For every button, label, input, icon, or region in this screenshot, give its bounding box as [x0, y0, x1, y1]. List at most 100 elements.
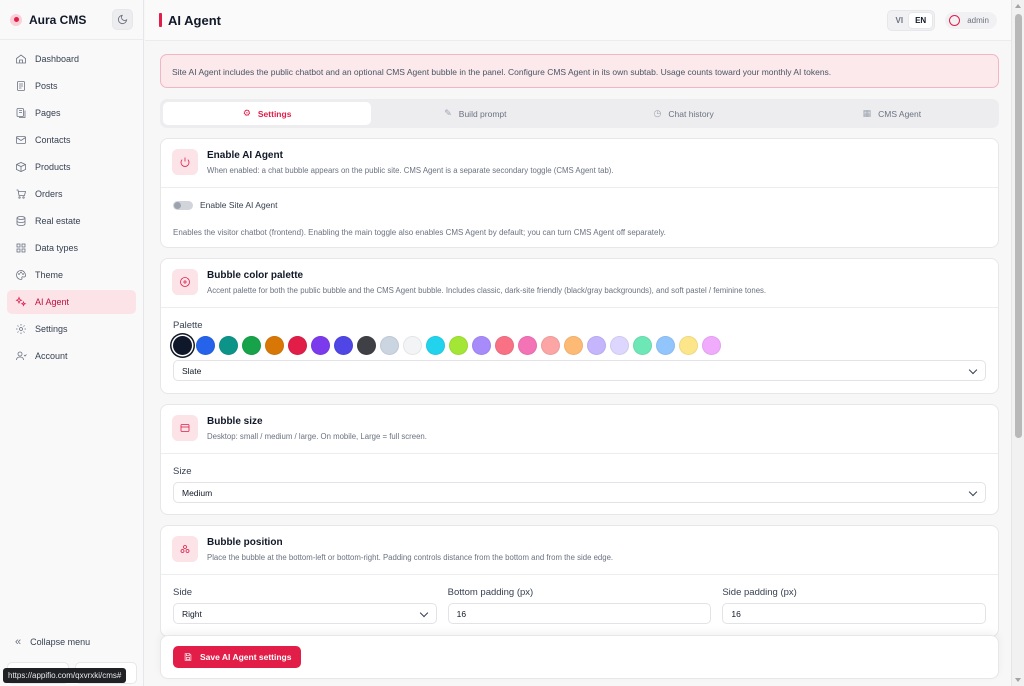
color-swatch[interactable] — [587, 336, 606, 355]
palette-select-value: Slate — [182, 365, 202, 376]
color-swatch[interactable] — [196, 336, 215, 355]
tab-label: Settings — [257, 108, 292, 119]
sidebar-nav: Dashboard Posts Pages Contacts Products Order… — [0, 40, 143, 368]
tab-label: Build prompt — [458, 108, 507, 119]
card-body: Side Right Bottom padding (px) 16 Side p… — [161, 575, 998, 636]
card-header: Bubble size Desktop: small / medium / la… — [161, 405, 998, 454]
color-swatch[interactable] — [679, 336, 698, 355]
size-select-value: Medium — [182, 487, 213, 498]
card-title: Bubble size — [207, 416, 263, 427]
tab-label: Chat history — [668, 108, 714, 119]
sidebar-item-products[interactable]: Products — [7, 155, 136, 179]
color-swatch[interactable] — [449, 336, 468, 355]
color-swatch[interactable] — [242, 336, 261, 355]
window-icon — [172, 415, 198, 441]
color-swatch[interactable] — [334, 336, 353, 355]
sidebar-item-label: Pages — [35, 108, 61, 118]
card-body: Size Medium — [161, 454, 998, 514]
sidebar-item-pages[interactable]: Pages — [7, 101, 136, 125]
user-menu[interactable]: admin — [945, 11, 997, 29]
palette-icon — [16, 270, 26, 280]
language-switcher: VI EN — [886, 9, 936, 31]
side-label: Side — [173, 587, 193, 598]
sidebar: Aura CMS Dashboard Posts Pages Contacts Prod… — [0, 0, 144, 686]
home-icon — [16, 54, 26, 64]
tab-cms-agent[interactable]: ▦ CMS Agent — [788, 102, 996, 125]
color-swatch[interactable] — [357, 336, 376, 355]
brand: Aura CMS — [0, 0, 143, 40]
collapse-menu-button[interactable]: « Collapse menu — [7, 633, 98, 651]
sidebar-item-label: Dashboard — [35, 54, 80, 64]
sidebar-item-label: Posts — [35, 81, 58, 91]
palette-swatches — [173, 336, 986, 355]
page-scrollbar[interactable] — [1011, 0, 1024, 686]
sidebar-item-account[interactable]: Account — [7, 344, 136, 368]
color-swatch[interactable] — [288, 336, 307, 355]
save-icon — [184, 653, 192, 661]
card-title: Bubble position — [207, 537, 283, 548]
sidebar-item-settings[interactable]: Settings — [7, 317, 136, 341]
language-vi[interactable]: VI — [890, 13, 910, 28]
palette-select[interactable]: Slate — [173, 360, 986, 381]
sidebar-item-ai-agent[interactable]: AI Agent — [7, 290, 136, 314]
color-swatch[interactable] — [610, 336, 629, 355]
color-swatch[interactable] — [541, 336, 560, 355]
card-header: Enable AI Agent When enabled: a chat bub… — [161, 139, 998, 188]
scroll-down-arrow-icon[interactable] — [1015, 678, 1021, 682]
card-subtitle: Desktop: small / medium / large. On mobi… — [207, 432, 427, 441]
enable-site-agent-toggle[interactable] — [173, 200, 193, 210]
size-select[interactable]: Medium — [173, 482, 986, 503]
color-swatch[interactable] — [564, 336, 583, 355]
side-padding-input[interactable]: 16 — [722, 603, 987, 624]
color-swatch[interactable] — [173, 336, 192, 355]
color-swatch[interactable] — [495, 336, 514, 355]
tab-settings[interactable]: ⚙ Settings — [163, 102, 372, 125]
chevron-down-icon — [968, 487, 978, 497]
language-en[interactable]: EN — [909, 12, 933, 28]
power-icon — [172, 149, 198, 175]
color-swatch[interactable] — [265, 336, 284, 355]
color-swatch[interactable] — [380, 336, 399, 355]
save-ai-agent-settings-button[interactable]: Save AI Agent settings — [173, 646, 302, 668]
card-body: Enable Site AI Agent Enables the visitor… — [161, 188, 998, 247]
tab-chat-history[interactable]: ◷ Chat history — [580, 102, 788, 125]
user-icon — [16, 351, 27, 361]
sidebar-item-posts[interactable]: Posts — [7, 74, 136, 98]
sidebar-item-label: Account — [35, 351, 68, 361]
sidebar-item-orders[interactable]: Orders — [7, 182, 136, 206]
bottom-padding-input[interactable]: 16 — [447, 603, 712, 624]
color-swatch[interactable] — [656, 336, 675, 355]
color-swatch[interactable] — [702, 336, 721, 355]
save-bar: Save AI Agent settings — [160, 635, 999, 679]
bubble-size-card: Bubble size Desktop: small / medium / la… — [160, 404, 999, 515]
scroll-up-arrow-icon[interactable] — [1015, 4, 1021, 8]
sidebar-item-contacts[interactable]: Contacts — [7, 128, 136, 152]
sidebar-item-real-estate[interactable]: Real estate — [7, 209, 136, 233]
grid-icon — [16, 243, 26, 253]
scroll-thumb[interactable] — [1015, 14, 1022, 438]
tab-build-prompt[interactable]: ✎ Build prompt — [371, 102, 579, 125]
database-icon — [16, 216, 26, 226]
plus-circle-icon — [172, 269, 198, 295]
brand-logo-icon — [10, 13, 22, 26]
color-swatch[interactable] — [311, 336, 330, 355]
side-padding-label: Side padding (px) — [722, 587, 797, 598]
clock-icon: ◷ — [653, 108, 662, 118]
color-swatch[interactable] — [219, 336, 238, 355]
sidebar-item-theme[interactable]: Theme — [7, 263, 136, 287]
sidebar-item-data-types[interactable]: Data types — [7, 236, 136, 260]
color-swatch[interactable] — [633, 336, 652, 355]
side-select[interactable]: Right — [173, 603, 437, 624]
color-swatch[interactable] — [518, 336, 537, 355]
sidebar-item-label: Theme — [35, 270, 64, 280]
color-swatch[interactable] — [426, 336, 445, 355]
color-swatch[interactable] — [472, 336, 491, 355]
sidebar-item-label: Settings — [35, 324, 68, 334]
color-swatch[interactable] — [403, 336, 422, 355]
brand-name: Aura CMS — [29, 12, 87, 27]
bottom-padding-label: Bottom padding (px) — [447, 587, 534, 598]
card-subtitle: Place the bubble at the bottom-left or b… — [207, 553, 614, 562]
dark-mode-toggle[interactable] — [112, 9, 133, 30]
sparkle-icon — [15, 296, 27, 307]
sidebar-item-dashboard[interactable]: Dashboard — [7, 47, 136, 71]
